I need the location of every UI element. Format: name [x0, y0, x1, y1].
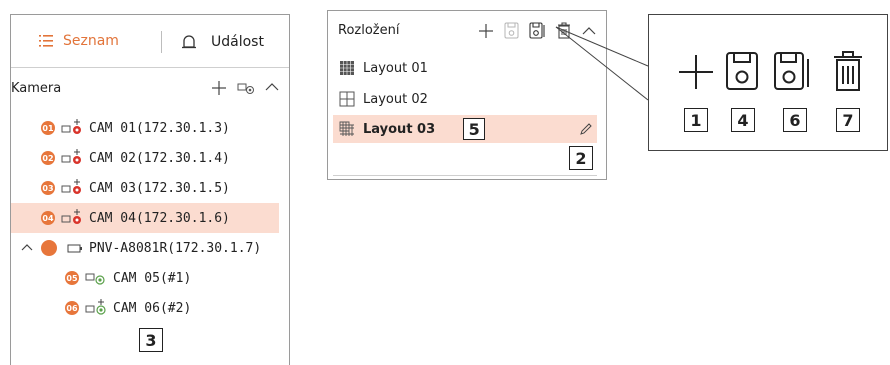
callout-4: 4 — [731, 108, 755, 132]
callout-1: 1 — [684, 108, 708, 132]
callout-6: 6 — [783, 108, 807, 132]
save-icon — [726, 52, 758, 90]
add-icon — [679, 55, 713, 89]
toolbar-zoom-detail: 1 4 6 7 — [648, 14, 888, 151]
callout-7: 7 — [836, 108, 860, 132]
delete-icon — [834, 51, 862, 91]
save-as-icon — [774, 52, 809, 90]
